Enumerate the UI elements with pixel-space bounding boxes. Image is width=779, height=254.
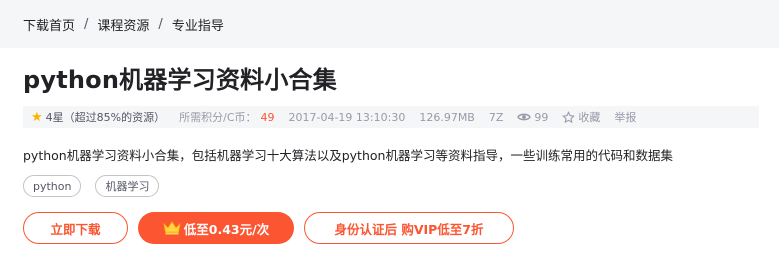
breadcrumb-professional-guidance[interactable]: 专业指导 <box>172 15 224 34</box>
action-buttons: 立即下载 低至0.43元/次 身份认证后 购VIP低至7折 <box>23 212 514 244</box>
rating-text: 4星（超过85%的资源） <box>45 111 166 124</box>
resource-meta-bar: ★ 4星（超过85%的资源） 所需积分/C币： 49 2017-04-19 13… <box>23 106 759 128</box>
view-count: 99 <box>534 110 549 124</box>
crown-icon <box>163 221 181 235</box>
star-icon: ★ <box>31 109 43 125</box>
file-size: 126.97MB <box>419 110 475 124</box>
favorite-icon[interactable] <box>562 110 576 124</box>
breadcrumb-separator: / <box>84 16 89 32</box>
tag-list: python 机器学习 <box>23 175 160 197</box>
report-button[interactable]: 举报 <box>614 109 636 125</box>
breadcrumb-download-home[interactable]: 下载首页 <box>23 15 75 34</box>
resource-description: python机器学习资料小合集，包括机器学习十大算法以及python机器学习等资… <box>23 148 673 163</box>
vip-price-button[interactable]: 低至0.43元/次 <box>138 212 294 244</box>
upload-datetime: 2017-04-19 13:10:30 <box>288 110 406 124</box>
eye-icon <box>517 112 532 122</box>
favorite-button[interactable]: 收藏 <box>578 109 600 125</box>
auth-vip-button[interactable]: 身份认证后 购VIP低至7折 <box>304 212 514 244</box>
tag-machine-learning[interactable]: 机器学习 <box>95 175 160 197</box>
tag-python[interactable]: python <box>23 175 82 197</box>
download-button[interactable]: 立即下载 <box>23 212 128 244</box>
breadcrumb: 下载首页 / 课程资源 / 专业指导 <box>0 0 779 48</box>
breadcrumb-separator: / <box>158 16 163 32</box>
points-value: 49 <box>260 110 275 124</box>
breadcrumb-course-resources[interactable]: 课程资源 <box>97 15 149 34</box>
points-label: 所需积分/C币： <box>179 111 257 124</box>
vip-price-label: 低至0.43元/次 <box>183 221 270 237</box>
page-title: python机器学习资料小合集 <box>23 66 337 94</box>
file-type: 7Z <box>488 110 504 124</box>
